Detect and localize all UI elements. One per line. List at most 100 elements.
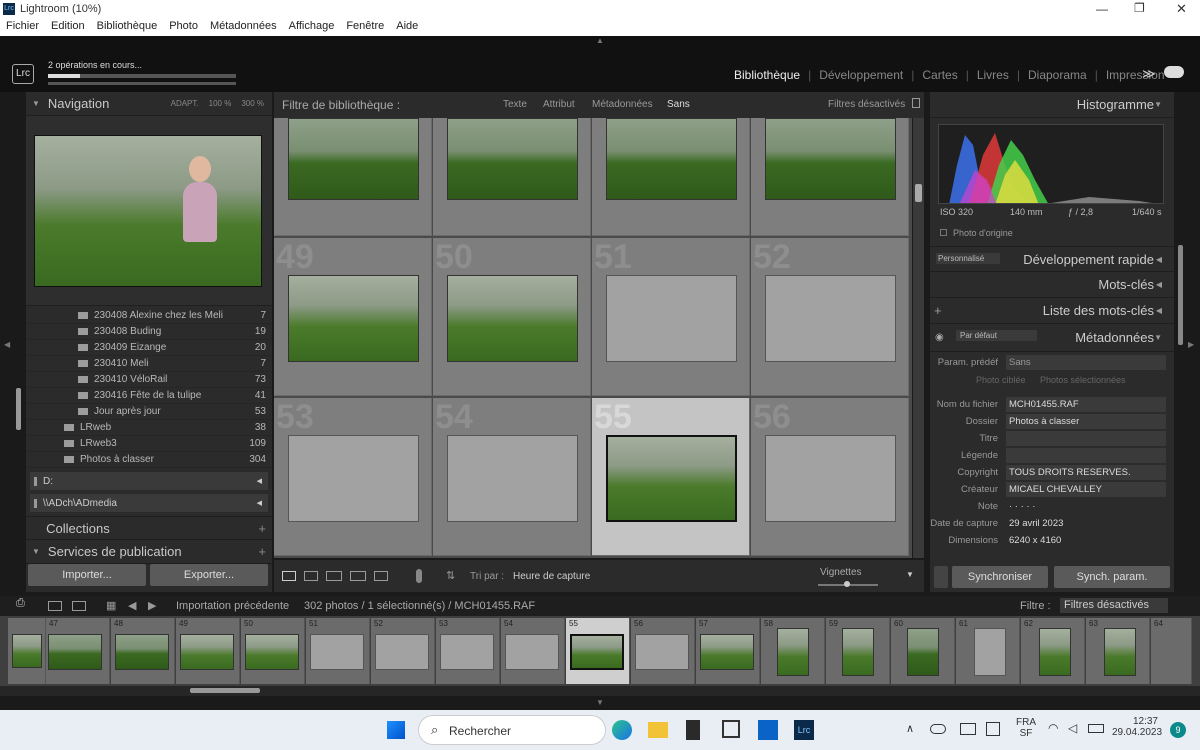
import-button[interactable]: Importer... [28, 564, 146, 586]
photo-thumbnail[interactable] [606, 435, 737, 522]
right-panel-scrollbar[interactable] [1178, 245, 1183, 345]
target-photo-tab[interactable]: Photo ciblée [976, 375, 1026, 385]
grid-cell[interactable]: 49 [274, 238, 432, 396]
compare-view-icon[interactable] [326, 571, 342, 581]
module-cartes[interactable]: Cartes [922, 68, 957, 82]
filmstrip-cell[interactable]: 50 [241, 618, 305, 684]
filmstrip-thumbnail[interactable] [245, 634, 299, 670]
filmstrip-cell[interactable]: 53 [436, 618, 500, 684]
filmstrip-thumbnail[interactable] [842, 628, 874, 676]
filmstrip-cell[interactable]: 60 [891, 618, 955, 684]
filmstrip-filter-select[interactable]: Filtres désactivés [1060, 598, 1168, 613]
start-icon[interactable] [387, 721, 405, 739]
filmstrip-thumbnail[interactable] [115, 634, 169, 670]
battery-icon[interactable] [1088, 724, 1104, 733]
menu-affichage[interactable]: Affichage [283, 18, 341, 32]
cloud-sync-icon[interactable] [1164, 66, 1184, 78]
placeholder-thumbnail[interactable] [765, 275, 896, 362]
folder-item[interactable]: LRweb3 109 [26, 436, 272, 452]
more-modules-icon[interactable]: ≫ [1142, 66, 1156, 82]
volume-admedia[interactable]: \\ADch\ADmedia ◀ [30, 494, 268, 512]
metadata-set-select[interactable]: Par défaut [956, 330, 1037, 341]
menu-edition[interactable]: Edition [45, 18, 91, 32]
filename-field[interactable]: MCH01455.RAF [1006, 397, 1166, 412]
photo-thumbnail[interactable] [288, 275, 419, 362]
menu-metadonnees[interactable]: Métadonnées [204, 18, 283, 32]
folder-item[interactable]: LRweb 38 [26, 420, 272, 436]
navigator-preview-image[interactable] [34, 135, 262, 287]
filmstrip-thumbnail[interactable] [777, 628, 809, 676]
filmstrip-cell[interactable]: 64 [1151, 618, 1192, 684]
module-livres[interactable]: Livres [977, 68, 1009, 82]
filter-status[interactable]: Filtres désactivés [828, 99, 905, 110]
filmstrip-cell[interactable] [8, 618, 46, 684]
clock[interactable]: 12:37 29.04.2023 [1112, 716, 1162, 738]
loupe-view-icon[interactable] [304, 571, 318, 581]
menu-fenetre[interactable]: Fenêtre [340, 18, 390, 32]
placeholder-thumbnail[interactable] [765, 435, 896, 522]
grid-cell[interactable]: 56 [751, 398, 909, 556]
grid-cell[interactable]: 53 [274, 398, 432, 556]
grid-cell-selected[interactable]: 55 [592, 398, 750, 556]
filmstrip-thumbnail[interactable] [1039, 628, 1071, 676]
filmstrip-thumbnail[interactable] [700, 634, 754, 670]
close-icon[interactable]: ✕ [1176, 1, 1187, 17]
quick-develop-header[interactable]: Personnalisé Développement rapide ◀ [930, 246, 1174, 272]
zoom-300[interactable]: 300 % [241, 99, 264, 108]
collapse-bottom-icon[interactable]: ▼ [596, 698, 604, 707]
menu-aide[interactable]: Aide [390, 18, 424, 32]
filmstrip-placeholder[interactable] [440, 634, 494, 670]
grid-cell[interactable]: 52 [751, 238, 909, 396]
filmstrip-placeholder[interactable] [635, 634, 689, 670]
wifi-icon[interactable]: ◠ [1048, 721, 1058, 735]
volume-d[interactable]: D: ◀ [30, 472, 268, 490]
filmstrip-cell[interactable]: 54 [501, 618, 565, 684]
menu-bibliotheque[interactable]: Bibliothèque [91, 18, 164, 32]
filmstrip-scrollbar[interactable] [0, 686, 1200, 696]
lightroom-taskbar-icon[interactable]: Lrc [794, 720, 814, 740]
filmstrip-cell[interactable]: 48 [111, 618, 175, 684]
folder-item[interactable]: 230410 VéloRail 73 [26, 372, 272, 388]
capture-date-field[interactable]: 29 avril 2023 [1006, 516, 1166, 531]
navigation-header[interactable]: ▼ Navigation ADAPT. 100 % 300 % [26, 92, 272, 116]
title-field[interactable] [1006, 431, 1166, 446]
edge-icon[interactable] [612, 720, 632, 740]
copyright-field[interactable]: TOUS DROITS RESERVES. [1006, 465, 1166, 480]
filmstrip-cell-selected[interactable]: 55 [566, 618, 630, 684]
left-scroll-handle[interactable] [16, 388, 21, 430]
selection-info[interactable]: 302 photos / 1 sélectionné(s) / MCH01455… [304, 600, 535, 612]
caption-field[interactable] [1006, 448, 1166, 463]
rating-field[interactable]: · · · · · [1006, 499, 1166, 514]
left-panel-toggle-icon[interactable]: ◀ [4, 340, 10, 349]
zoom-fit[interactable]: ADAPT. [171, 99, 199, 108]
lock-icon[interactable] [912, 98, 920, 108]
sync-switch[interactable] [934, 566, 948, 588]
grid-icon[interactable]: ▦ [106, 599, 116, 612]
filter-metadata[interactable]: Métadonnées [592, 99, 653, 110]
placeholder-thumbnail[interactable] [447, 435, 578, 522]
folder-item[interactable]: 230408 Alexine chez les Meli 7 [26, 308, 272, 324]
filmstrip-cell[interactable]: 52 [371, 618, 435, 684]
source-label[interactable]: Importation précédente [176, 600, 289, 612]
selected-photos-tab[interactable]: Photos sélectionnées [1040, 375, 1126, 385]
synchronize-button[interactable]: Synchroniser [952, 566, 1048, 588]
filmstrip-thumbnail[interactable] [12, 634, 42, 668]
language-indicator[interactable]: FRA SF [1016, 717, 1036, 739]
add-keyword-icon[interactable]: + [934, 303, 942, 318]
metadata-header[interactable]: ◉ Par défaut Métadonnées ▼ [930, 324, 1174, 352]
volume-icon[interactable]: ◁ [1068, 721, 1077, 735]
sort-direction-icon[interactable]: ⇅ [446, 569, 455, 582]
preset-select[interactable]: Personnalisé [936, 253, 1001, 264]
outlook-icon[interactable] [758, 720, 778, 740]
filmstrip-thumbnail[interactable] [48, 634, 102, 670]
photo-thumbnail[interactable] [288, 118, 419, 200]
notes-icon[interactable] [686, 720, 700, 740]
grid-cell[interactable] [592, 118, 750, 236]
pen-app-icon[interactable] [722, 720, 740, 738]
filmstrip-thumbnail[interactable] [907, 628, 939, 676]
module-bibliotheque[interactable]: Bibliothèque [734, 68, 800, 82]
filmstrip-cell[interactable]: 59 [826, 618, 890, 684]
grid-cell[interactable] [433, 118, 591, 236]
add-collection-icon[interactable]: + [258, 521, 266, 536]
photo-thumbnail[interactable] [765, 118, 896, 200]
